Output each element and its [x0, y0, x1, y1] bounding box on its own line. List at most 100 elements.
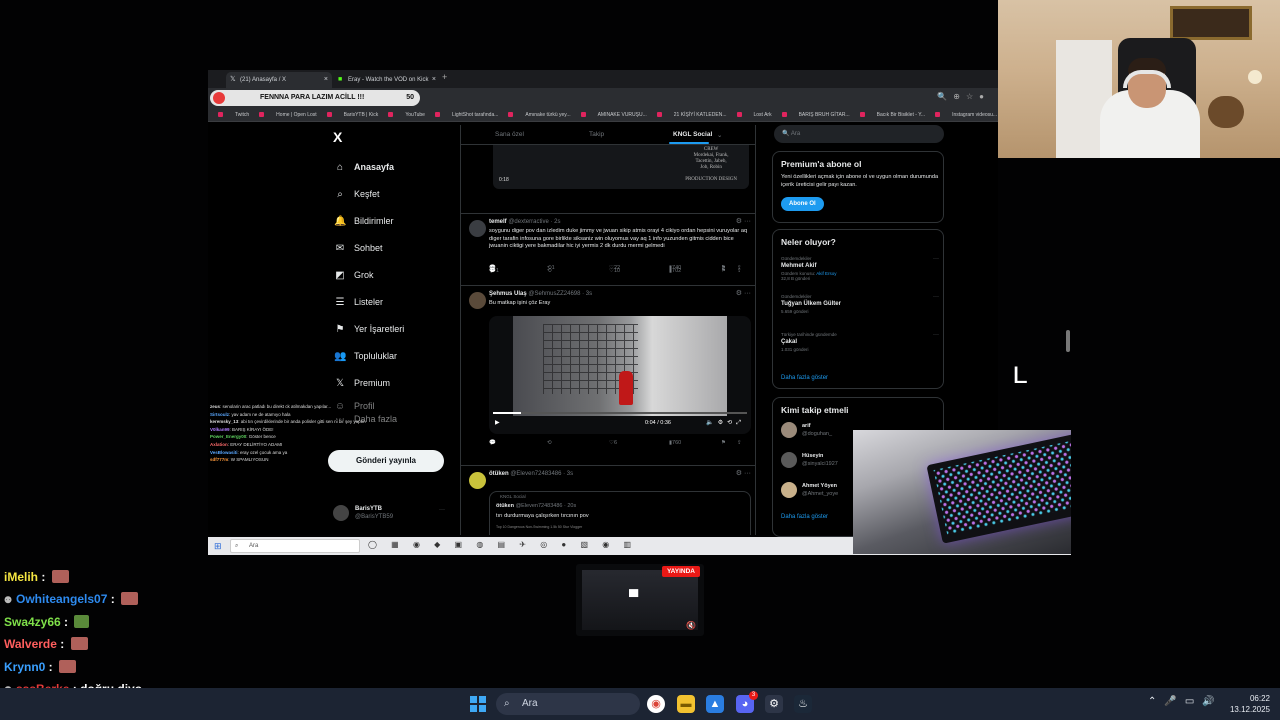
clock[interactable]: 06:22 13.12.2025	[1230, 693, 1270, 715]
live-preview[interactable]: YAYINDA ▀ 🔇	[576, 564, 704, 636]
views-icon[interactable]: ▮ 702	[669, 268, 681, 274]
search-input[interactable]: ⌕ Ara	[496, 693, 640, 715]
tweet[interactable]: temelf @dexterractive · 2s ⚙ ··· soygunu…	[461, 213, 755, 281]
more-icon[interactable]: ⚙ ···	[736, 289, 751, 297]
video-settings-icons[interactable]: 🔈⚙⟲⤢	[706, 419, 745, 427]
bookmark-item[interactable]: AMINAKE VURUŞU...	[580, 108, 647, 121]
nav-item-keşfet[interactable]: ⌕ Keşfet	[334, 184, 379, 204]
monitor-icon: ▀	[629, 589, 639, 604]
bookmark-item[interactable]: BARIŞ BRUH GİTAR...	[781, 108, 850, 121]
tweet-text: Bu matkap işini çöz Eray	[489, 300, 551, 306]
chevron-down-icon[interactable]: ⌄	[717, 131, 722, 139]
post-media[interactable]: CREW Mordekai, Frank, Tacettin, Jabeb, J…	[493, 145, 749, 189]
steam-icon[interactable]: ♨	[794, 695, 812, 713]
tab-kick[interactable]: ■ Eray - Watch the VOD on Kick ×	[334, 72, 440, 88]
subscribe-button[interactable]: Abone Ol	[781, 197, 824, 211]
share-icon[interactable]: ⇪	[737, 268, 742, 274]
home-icon: ⌂	[336, 162, 344, 173]
trend-item[interactable]: Gündemdekiler Mehmet Akif Gündem konusu: A…	[781, 256, 941, 281]
avatar	[469, 472, 486, 489]
pinned-alert: FENNNA PARA LAZIM ACİLL !!! 50	[210, 90, 420, 106]
bookmark-item[interactable]: LightShot tarafında...	[434, 108, 498, 121]
tab-kngl-social[interactable]: KNGL Social	[673, 131, 712, 138]
premium-card: Premium'a abone ol Yeni özellikleri açma…	[772, 151, 944, 223]
nav-item-sohbet[interactable]: ✉ Sohbet	[334, 238, 383, 258]
tweet[interactable]: Şehmus Ulaş @SehmusZZ24698 · 3s ⚙ ··· Bu…	[461, 285, 755, 461]
bookmark-icon[interactable]: ⚑	[721, 440, 726, 446]
windows-taskbar: ⌕ Ara ◉ ▬ ▲ ◕ 3 ⚙ ♨ ⌃🎤▭🔊 06:22 13.12.2025	[0, 688, 1280, 720]
video-controls: ▶ 0:04 / 0:36 🔈⚙⟲⤢	[495, 419, 745, 427]
reply-icon[interactable]: 💬 1	[489, 268, 499, 274]
nav-item-bildirimler[interactable]: 🔔 Bildirimler	[334, 211, 394, 231]
chat-username: Walverde	[4, 637, 57, 652]
play-icon[interactable]: ▶	[495, 420, 500, 426]
video-player[interactable]: ▶ 0:04 / 0:36 🔈⚙⟲⤢	[489, 316, 751, 434]
repost-icon[interactable]: ⟲	[547, 440, 552, 446]
file-explorer-icon[interactable]: ▬	[677, 695, 695, 713]
like-icon[interactable]: ♡ 10	[609, 268, 620, 274]
avatar	[333, 505, 349, 521]
account-switcher[interactable]: BarisYTB @BarisYTB59 ···	[333, 503, 453, 527]
browser-toolbar-icons[interactable]: 🔍⊕☆●	[937, 92, 990, 101]
show-more-link[interactable]: Daha fazla göster	[781, 375, 828, 381]
trend-item[interactable]: Türkiye tarihinde gündemde Çakal 1.031 gön…	[781, 332, 941, 352]
post-actions: 💬 ⟲ ♡ 6 ▮ 760 ⚑ ⇪	[489, 440, 749, 448]
video-progress[interactable]	[493, 412, 747, 414]
new-tab-button[interactable]: +	[442, 72, 447, 82]
more-icon[interactable]: ···	[933, 256, 939, 262]
tab-x-home[interactable]: 𝕏 (21) Anasayfa / X ×	[226, 72, 332, 88]
views-icon[interactable]: ▮ 760	[669, 440, 681, 446]
tab-following[interactable]: Takip	[589, 131, 604, 138]
nav-item-anasayfa[interactable]: ⌂ Anasayfa	[334, 157, 394, 177]
repost-icon[interactable]: ⟲	[547, 268, 552, 274]
nav-item-topluluklar[interactable]: 👥 Topluluklar	[334, 346, 397, 366]
people-icon: 👥	[334, 351, 347, 362]
bookmark-item[interactable]: Bacık Bir Bisiklet - Y...	[859, 108, 925, 121]
chat-username: Krynn0	[4, 659, 46, 674]
avatar	[781, 482, 797, 498]
search-input[interactable]: 🔍 Ara	[774, 125, 944, 143]
nav-item-premium[interactable]: 𝕏 Premium	[334, 373, 390, 393]
bookmark-item[interactable]: Home | Open Lost	[259, 108, 317, 121]
bookmark-item[interactable]: Twitch	[218, 108, 249, 121]
bookmark-icon[interactable]: ⚑	[721, 268, 726, 274]
discord-icon[interactable]: ◕ 3	[736, 691, 758, 713]
bookmark-item[interactable]: Instagram videosu...	[935, 108, 997, 121]
nav-item-yer-i-şaretleri[interactable]: ⚑ Yer İşaretleri	[334, 319, 405, 339]
scrollbar[interactable]	[1066, 330, 1070, 352]
bookmark-item[interactable]: BarisYTB | Kick	[326, 108, 378, 121]
photos-icon[interactable]: ▲	[706, 695, 724, 713]
nav-item-listeler[interactable]: ☰ Listeler	[334, 292, 384, 312]
settings-icon[interactable]: ⚙	[765, 695, 783, 713]
trend-item[interactable]: Gündemdekiler Tuğyan Ülkem Gülter 5.659 gö…	[781, 294, 941, 314]
reply-icon[interactable]: 💬	[489, 440, 496, 446]
post-actions: 💬 1 ⟲ ♡ 10 ▮ 702 ⚑ ⇪	[489, 268, 749, 276]
bookmark-item[interactable]: 21 KİŞİYİ KATLEDEN...	[656, 108, 727, 121]
nav-item-grok[interactable]: ◩ Grok	[334, 265, 373, 285]
x-logo[interactable]: X	[333, 129, 342, 145]
overlay-chat-line: VesBlowasiti: eray ozel çocuk ama ya	[210, 449, 288, 455]
system-tray[interactable]: ⌃🎤▭🔊	[1148, 696, 1223, 707]
bookmark-item[interactable]: YouTube	[388, 108, 425, 121]
share-icon[interactable]: ⇪	[737, 440, 742, 446]
close-tab-icon[interactable]: ×	[324, 72, 328, 88]
more-icon[interactable]: ···	[933, 332, 939, 338]
quoted-tweet[interactable]: KNGL Social ötüken @Eleven72483486 · 20s…	[489, 491, 751, 535]
like-icon[interactable]: ♡ 6	[609, 440, 617, 446]
taskbar-apps[interactable]: ◯ ▦ ◉ ◆ ▣ ◍ ▤ ✈ ◎ ● ▧ ◉ ▥	[368, 540, 637, 549]
tab-for-you[interactable]: Sana özel	[495, 131, 524, 138]
more-icon[interactable]: ⚙ ···	[736, 469, 751, 477]
more-icon[interactable]: ···	[933, 294, 939, 300]
bookmark-item[interactable]: Amınake türkü yey...	[508, 108, 571, 121]
close-tab-icon[interactable]: ×	[432, 72, 436, 88]
mute-icon[interactable]: 🔇	[686, 621, 696, 630]
chrome-icon[interactable]: ◉	[647, 695, 665, 713]
bookmark-item[interactable]: Lost Ark	[736, 108, 772, 121]
windows-icon[interactable]: ⊞	[214, 541, 224, 551]
show-more-link[interactable]: Daha fazla göster	[781, 514, 828, 520]
tweet[interactable]: ötüken @Eleven72483486 · 3s ⚙ ··· KNGL S…	[461, 465, 755, 535]
windows-start-icon[interactable]	[470, 696, 486, 712]
more-icon[interactable]: ⚙ ···	[736, 217, 751, 225]
chat-message: Walverde :	[4, 637, 88, 651]
search-input[interactable]: ⌕ Ara	[230, 539, 360, 553]
